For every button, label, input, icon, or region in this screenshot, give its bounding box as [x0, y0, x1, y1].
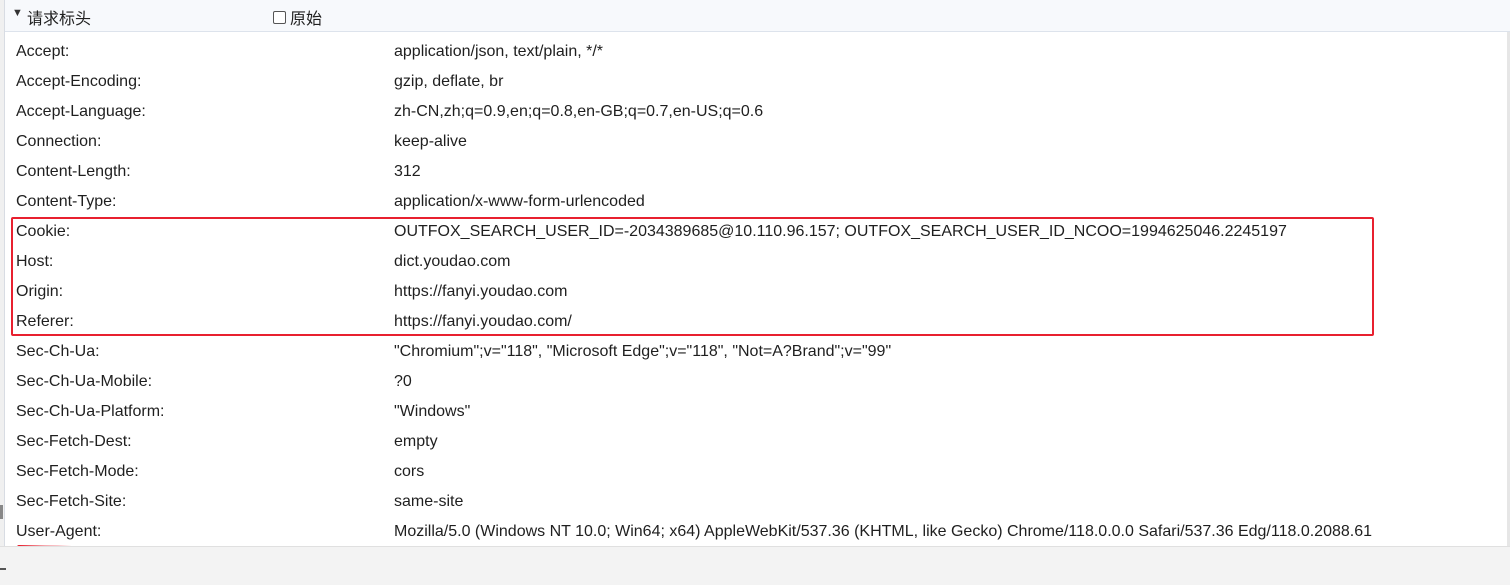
header-name: User-Agent:	[16, 523, 102, 540]
header-value: 312	[394, 163, 421, 180]
header-value: zh-CN,zh;q=0.9,en;q=0.8,en-GB;q=0.7,en-U…	[394, 103, 764, 120]
header-row-sec-ch-ua-platform: Sec-Ch-Ua-Platform: "Windows"	[5, 397, 1510, 427]
header-row-accept-language: Accept-Language: zh-CN,zh;q=0.9,en;q=0.8…	[5, 97, 1510, 127]
header-row-sec-ch-ua-mobile: Sec-Ch-Ua-Mobile: ?0	[5, 367, 1510, 397]
header-value: keep-alive	[394, 133, 467, 150]
header-row-host: Host: dict.youdao.com	[5, 247, 1510, 277]
header-row-origin: Origin: https://fanyi.youdao.com	[5, 277, 1510, 307]
header-name: Sec-Fetch-Mode:	[16, 463, 139, 480]
raw-checkbox[interactable]	[273, 10, 286, 24]
header-value: gzip, deflate, br	[394, 73, 504, 90]
header-row-connection: Connection: keep-alive	[5, 127, 1510, 157]
header-name: Sec-Ch-Ua-Platform:	[16, 403, 165, 420]
header-row-content-length: Content-Length: 312	[5, 157, 1510, 187]
header-row-sec-fetch-mode: Sec-Fetch-Mode: cors	[5, 457, 1510, 487]
header-value: https://fanyi.youdao.com/	[394, 313, 572, 330]
header-row-sec-fetch-site: Sec-Fetch-Site: same-site	[5, 487, 1510, 517]
header-name: Referer:	[16, 313, 74, 330]
header-name: Accept-Encoding:	[16, 73, 142, 90]
header-value: empty	[394, 433, 438, 450]
header-row-accept: Accept: application/json, text/plain, */…	[5, 37, 1510, 67]
header-name: Accept-Language:	[16, 103, 146, 120]
header-row-cookie: Cookie: OUTFOX_SEARCH_USER_ID=-203438968…	[5, 217, 1510, 247]
header-value: cors	[394, 463, 425, 480]
header-name: Sec-Fetch-Dest:	[16, 433, 132, 450]
header-list: Accept: application/json, text/plain, */…	[5, 37, 1510, 547]
header-name: Sec-Fetch-Site:	[16, 493, 127, 510]
header-name: Content-Length:	[16, 163, 131, 180]
header-name: Sec-Ch-Ua-Mobile:	[16, 373, 153, 390]
section-title[interactable]: 请求标头	[27, 5, 91, 29]
header-name: Accept:	[16, 43, 70, 60]
header-value: "Windows"	[394, 403, 471, 420]
section-header[interactable]: ▼ 请求标头 原始	[5, 0, 1510, 32]
header-name: Origin:	[16, 283, 64, 300]
header-value: application/json, text/plain, */*	[394, 43, 604, 60]
request-headers-panel: ▼ 请求标头 原始 Accept: application/json, text…	[4, 0, 1510, 554]
header-value: same-site	[394, 493, 464, 510]
header-row-accept-encoding: Accept-Encoding: gzip, deflate, br	[5, 67, 1510, 97]
header-row-sec-ch-ua: Sec-Ch-Ua: "Chromium";v="118", "Microsof…	[5, 337, 1510, 367]
header-row-content-type: Content-Type: application/x-www-form-url…	[5, 187, 1510, 217]
header-name: Connection:	[16, 133, 102, 150]
header-value: https://fanyi.youdao.com	[394, 283, 568, 300]
header-value: dict.youdao.com	[394, 253, 511, 270]
header-value: OUTFOX_SEARCH_USER_ID=-2034389685@10.110…	[394, 223, 1287, 240]
header-name: Cookie:	[16, 223, 71, 240]
bottom-bar	[0, 546, 1510, 585]
left-edge-marker	[0, 505, 3, 519]
collapse-triangle-icon[interactable]: ▼	[12, 7, 23, 19]
header-value: ?0	[394, 373, 412, 390]
bottom-dash-icon	[0, 568, 6, 570]
raw-toggle[interactable]: 原始	[273, 5, 322, 29]
header-name: Content-Type:	[16, 193, 117, 210]
header-name: Host:	[16, 253, 54, 270]
header-row-referer: Referer: https://fanyi.youdao.com/	[5, 307, 1510, 337]
header-value: application/x-www-form-urlencoded	[394, 193, 645, 210]
header-row-sec-fetch-dest: Sec-Fetch-Dest: empty	[5, 427, 1510, 457]
header-row-user-agent: User-Agent: Mozilla/5.0 (Windows NT 10.0…	[5, 517, 1510, 547]
header-name: Sec-Ch-Ua:	[16, 343, 100, 360]
header-value: Mozilla/5.0 (Windows NT 10.0; Win64; x64…	[394, 523, 1372, 540]
header-value: "Chromium";v="118", "Microsoft Edge";v="…	[394, 343, 892, 360]
raw-label[interactable]: 原始	[290, 5, 322, 29]
